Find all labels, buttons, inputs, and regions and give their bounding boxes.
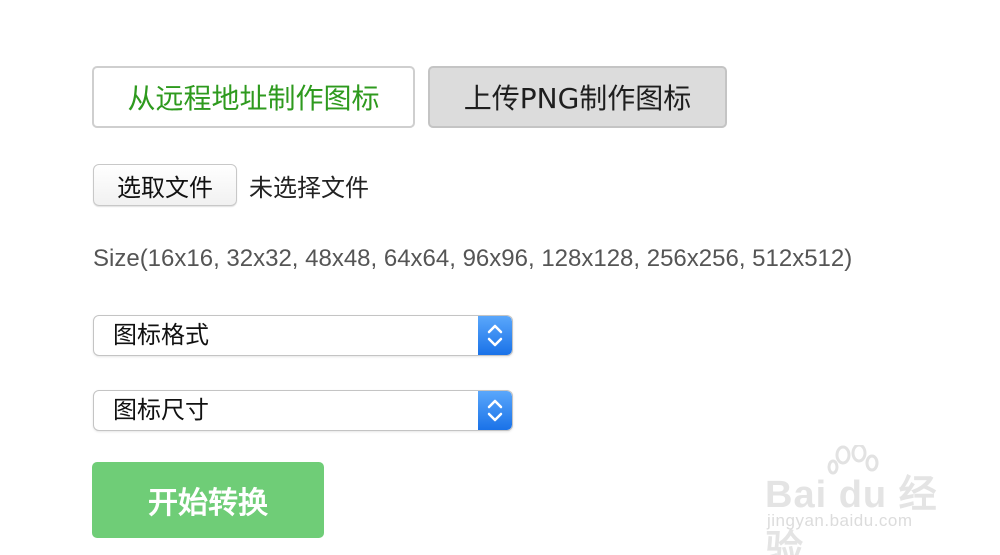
baidu-jingyan-watermark: Bai du 经验 jingyan.baidu.com [765,445,965,555]
watermark-url: jingyan.baidu.com [767,511,913,530]
icon-size-select[interactable]: 图标尺寸 [93,390,513,431]
icon-size-select-value: 图标尺寸 [113,396,209,424]
size-info-text: Size(16x16, 32x32, 48x48, 64x64, 96x96, … [93,245,853,272]
icon-maker-page: 从远程地址制作图标 上传PNG制作图标 选取文件 未选择文件 Size(16x1… [0,0,1000,555]
upload-png-tab-button[interactable]: 上传PNG制作图标 [428,66,727,128]
file-picker: 选取文件 未选择文件 [93,164,369,206]
remote-url-tab-button[interactable]: 从远程地址制作图标 [92,66,415,128]
file-status-text: 未选择文件 [249,173,369,202]
baidu-paw-icon [827,445,879,475]
choose-file-button[interactable]: 选取文件 [93,164,237,206]
select-updown-arrow-icon[interactable] [478,391,512,430]
icon-format-select-value: 图标格式 [113,321,209,349]
start-convert-button[interactable]: 开始转换 [92,462,324,538]
baidu-jingyan-logo: Bai du 经验 [765,474,938,555]
icon-format-select[interactable]: 图标格式 [93,315,513,356]
select-updown-arrow-icon[interactable] [478,316,512,355]
